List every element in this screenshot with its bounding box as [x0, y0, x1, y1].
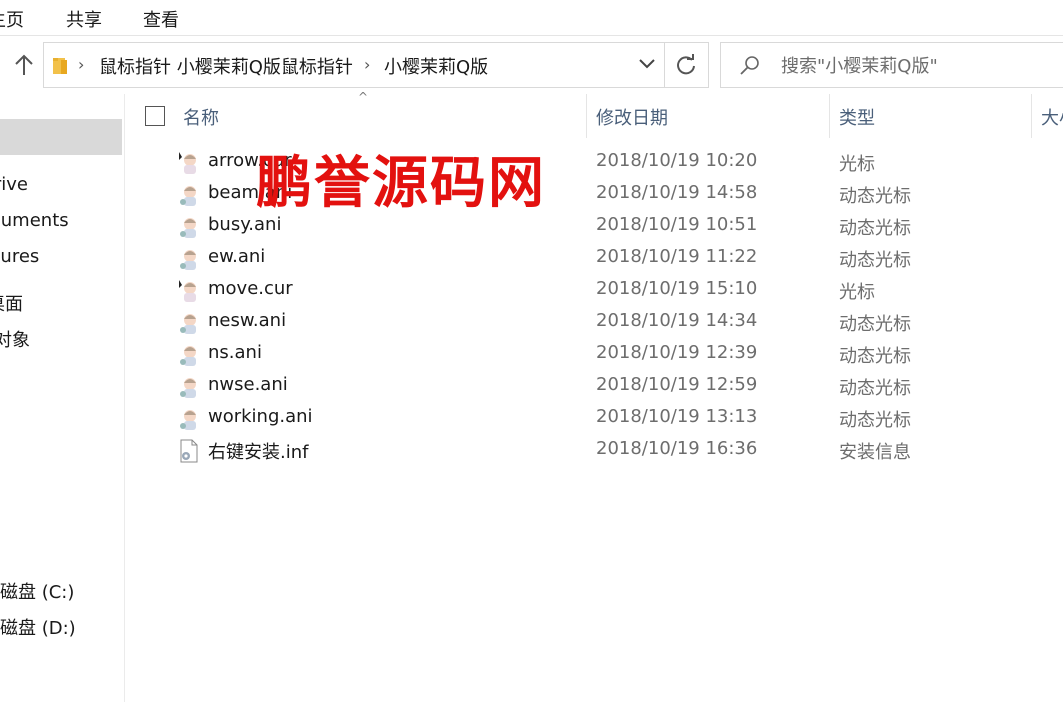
arrow-up-icon: [15, 54, 33, 75]
nav-item-3d-objects[interactable]: 3D 对象: [0, 323, 122, 359]
address-bar[interactable]: › 鼠标指针 小樱茉莉Q版鼠标指针 › 小樱茉莉Q版: [43, 42, 665, 88]
animated-cursor-file-icon: [180, 314, 196, 334]
up-button[interactable]: [10, 50, 38, 80]
file-type: 动态光标: [839, 410, 911, 431]
nav-item-label: 3D 对象: [0, 330, 31, 351]
column-header-type[interactable]: 类型: [839, 104, 875, 130]
folder-icon: [53, 58, 67, 74]
file-type: 光标: [839, 154, 875, 175]
file-row[interactable]: nwse.ani 2018/10/19 12:59 动态光标: [126, 370, 1063, 402]
search-icon: [740, 56, 759, 75]
file-type: 动态光标: [839, 346, 911, 367]
nav-item-label: 桌面: [0, 294, 23, 315]
file-row[interactable]: ns.ani 2018/10/19 12:39 动态光标: [126, 338, 1063, 370]
file-name: nwse.ani: [208, 374, 288, 395]
animated-cursor-file-icon: [180, 250, 196, 270]
nav-item-label: Pictures: [0, 246, 40, 267]
chevron-right-icon[interactable]: ›: [364, 55, 370, 74]
cursor-file-icon: [179, 280, 196, 302]
file-date: 2018/10/19 10:20: [596, 150, 758, 171]
nav-item-drive-c[interactable]: 本地磁盘 (C:): [0, 575, 122, 611]
refresh-button[interactable]: [663, 42, 709, 88]
file-type: 动态光标: [839, 378, 911, 399]
file-type: 动态光标: [839, 186, 911, 207]
animated-cursor-file-icon: [180, 378, 196, 398]
file-row[interactable]: 右键安装.inf 2018/10/19 16:36 安装信息: [126, 434, 1063, 466]
file-date: 2018/10/19 16:36: [596, 438, 758, 459]
breadcrumb-current[interactable]: 小樱茉莉Q版: [384, 53, 488, 79]
file-date: 2018/10/19 10:51: [596, 214, 758, 235]
file-date: 2018/10/19 11:22: [596, 246, 758, 267]
ribbon-tabs: 主页 共享 查看: [0, 0, 1063, 36]
column-header-date[interactable]: 修改日期: [596, 104, 668, 130]
tab-share[interactable]: 共享: [66, 6, 102, 32]
file-date: 2018/10/19 14:34: [596, 310, 758, 331]
nav-item-label: 本地磁盘 (D:): [0, 618, 76, 639]
animated-cursor-file-icon: [180, 218, 196, 238]
nav-item-label: Documents: [0, 210, 69, 231]
file-name: ew.ani: [208, 246, 266, 267]
address-row: › 鼠标指针 小樱茉莉Q版鼠标指针 › 小樱茉莉Q版: [0, 36, 1063, 94]
file-name: ns.ani: [208, 342, 262, 363]
animated-cursor-file-icon: [180, 346, 196, 366]
nav-item-label: 本地磁盘 (C:): [0, 582, 75, 603]
file-date: 2018/10/19 14:58: [596, 182, 758, 203]
nav-item-label: Drive: [0, 174, 28, 195]
column-header-size[interactable]: 大小: [1041, 104, 1063, 130]
file-date: 2018/10/19 15:10: [596, 278, 758, 299]
file-type: 光标: [839, 282, 875, 303]
navigation-pane: 访问 Drive Documents Pictures 桌面 3D 对象 本地磁…: [0, 94, 125, 702]
nav-item-pictures[interactable]: Pictures: [0, 239, 122, 275]
watermark-text: 鹏誉源码网: [256, 150, 546, 216]
column-headers: ^ 名称 修改日期 类型 大小: [126, 90, 1063, 138]
nav-item-drive-d[interactable]: 本地磁盘 (D:): [0, 611, 122, 647]
file-row[interactable]: ew.ani 2018/10/19 11:22 动态光标: [126, 242, 1063, 274]
select-all-checkbox[interactable]: [145, 106, 165, 126]
column-divider[interactable]: [829, 94, 830, 138]
file-name: working.ani: [208, 406, 313, 427]
file-type: 动态光标: [839, 314, 911, 335]
setup-info-file-icon: [180, 439, 198, 463]
file-type: 动态光标: [839, 250, 911, 271]
column-divider[interactable]: [1031, 94, 1032, 138]
nav-item-desktop[interactable]: 桌面: [0, 287, 122, 323]
refresh-icon: [676, 54, 695, 75]
file-date: 2018/10/19 12:39: [596, 342, 758, 363]
nav-item-onedrive[interactable]: Drive: [0, 167, 122, 203]
file-date: 2018/10/19 13:13: [596, 406, 758, 427]
column-divider[interactable]: [586, 94, 587, 138]
animated-cursor-file-icon: [180, 410, 196, 430]
file-name: 右键安装.inf: [208, 442, 309, 463]
chevron-right-icon[interactable]: ›: [78, 55, 84, 74]
file-type: 安装信息: [839, 442, 911, 463]
file-type: 动态光标: [839, 218, 911, 239]
file-date: 2018/10/19 12:59: [596, 374, 758, 395]
file-name: move.cur: [208, 278, 293, 299]
column-header-name[interactable]: 名称: [183, 104, 219, 130]
file-row[interactable]: nesw.ani 2018/10/19 14:34 动态光标: [126, 306, 1063, 338]
cursor-file-icon: [179, 152, 196, 174]
sort-ascending-icon: ^: [358, 90, 369, 104]
nav-item-quick-access[interactable]: 访问: [0, 119, 122, 155]
tab-view[interactable]: 查看: [143, 6, 179, 32]
breadcrumb-parent[interactable]: 鼠标指针 小樱茉莉Q版鼠标指针: [99, 53, 353, 79]
nav-item-documents[interactable]: Documents: [0, 203, 122, 239]
tab-home[interactable]: 主页: [0, 6, 24, 32]
animated-cursor-file-icon: [180, 186, 196, 206]
search-box[interactable]: [720, 42, 1063, 88]
file-row[interactable]: move.cur 2018/10/19 15:10 光标: [126, 274, 1063, 306]
search-input[interactable]: [781, 52, 1063, 80]
chevron-down-icon[interactable]: [638, 57, 656, 71]
file-name: nesw.ani: [208, 310, 287, 331]
file-row[interactable]: working.ani 2018/10/19 13:13 动态光标: [126, 402, 1063, 434]
